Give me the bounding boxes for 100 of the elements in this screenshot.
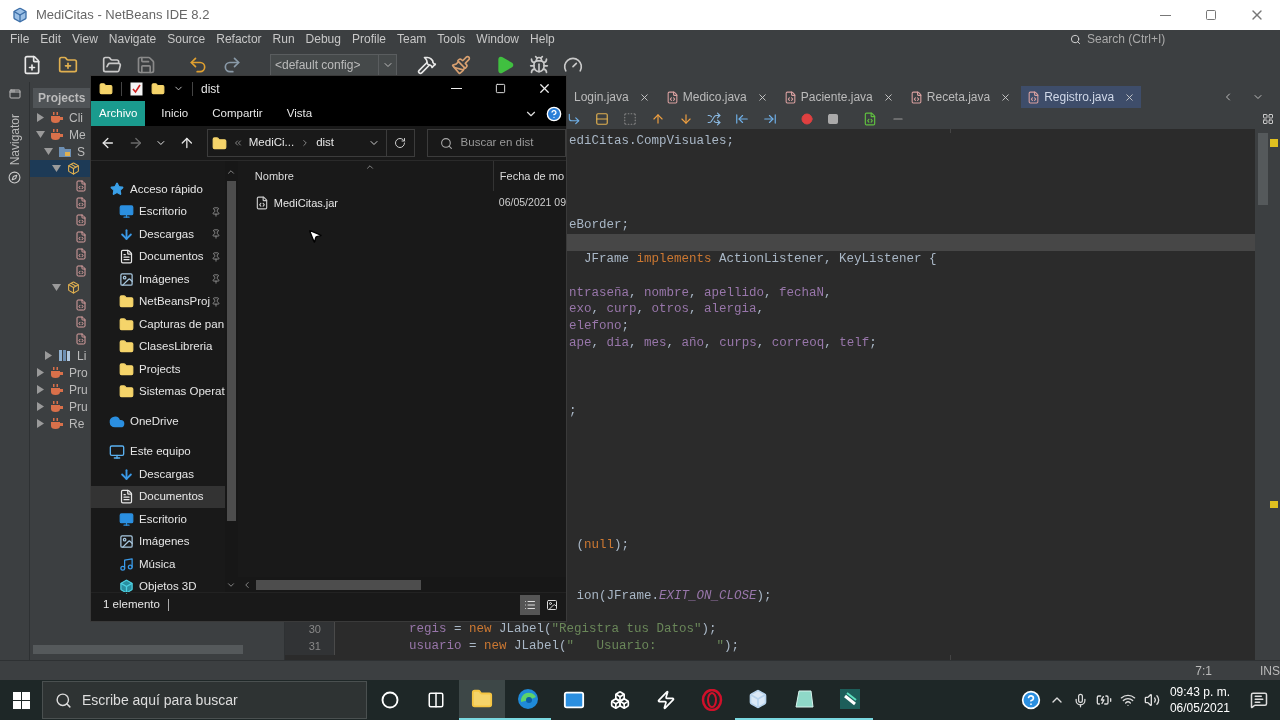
nav-item[interactable]: Acceso rápido [91, 178, 225, 201]
new-folder-icon[interactable] [151, 81, 165, 96]
nav-item[interactable]: Imágenes [91, 268, 225, 291]
collapsed-triangle-icon[interactable] [36, 402, 45, 411]
shift-right-icon[interactable] [763, 111, 777, 126]
build-hammer-icon[interactable] [417, 55, 437, 75]
expanded-triangle-icon[interactable] [52, 164, 61, 173]
expanded-triangle-icon[interactable] [36, 130, 45, 139]
file-row[interactable]: MediCitas.jar 06/05/2021 09 [237, 191, 566, 215]
redo-icon[interactable] [222, 55, 242, 75]
toggle-bookmark-icon[interactable] [707, 111, 721, 126]
record-macro-icon[interactable] [801, 112, 813, 125]
expanded-triangle-icon[interactable] [44, 147, 53, 156]
new-project-icon[interactable] [58, 55, 78, 75]
nav-item[interactable]: Sistemas Operat [91, 380, 225, 403]
microphone-icon[interactable] [1072, 692, 1088, 708]
taskbar-app[interactable] [459, 680, 505, 720]
menu-item[interactable]: Team [397, 30, 427, 48]
nav-item[interactable]: Música [91, 553, 225, 576]
nav-item[interactable]: Projects [91, 358, 225, 381]
menu-item[interactable]: File [10, 30, 30, 48]
split-editor-icon[interactable] [1262, 112, 1274, 125]
nav-item[interactable]: NetBeansProj [91, 290, 225, 313]
vertical-scrollbar[interactable] [1258, 133, 1268, 205]
tree-item[interactable]: Cli [30, 109, 90, 126]
breadcrumb[interactable]: dist [316, 134, 335, 152]
nav-item[interactable]: Descargas [91, 463, 225, 486]
column-header[interactable]: Nombre [237, 167, 493, 185]
vertical-scrollbar[interactable] [226, 181, 236, 521]
notifications-icon[interactable] [1250, 691, 1268, 709]
projects-tab[interactable]: Projects [33, 88, 93, 108]
next-bookmark-icon[interactable] [679, 111, 693, 126]
nav-item[interactable]: Escritorio [91, 200, 225, 223]
ribbon-tab[interactable]: Archivo [91, 101, 146, 126]
tree-item[interactable]: S [30, 143, 90, 160]
navigator-tab[interactable]: Navigator [5, 114, 24, 166]
collapsed-triangle-icon[interactable] [36, 113, 45, 122]
close-tab-icon[interactable] [756, 91, 768, 103]
run-icon[interactable] [495, 55, 515, 75]
volume-icon[interactable] [1143, 692, 1160, 708]
menu-item[interactable]: Tools [437, 30, 466, 48]
select-icon[interactable] [623, 111, 637, 126]
editor-tab[interactable]: Login.java [568, 86, 656, 108]
horizontal-scrollbar[interactable] [255, 579, 421, 590]
menu-item[interactable]: Window [476, 30, 520, 48]
ribbon-tab[interactable]: Vista [278, 101, 321, 126]
stop-macro-icon[interactable] [827, 112, 839, 125]
undo-icon[interactable] [188, 55, 208, 75]
editor-tab[interactable]: Medico.java [659, 86, 774, 108]
previous-bookmark-icon[interactable] [651, 111, 665, 126]
save-icon[interactable] [136, 55, 156, 75]
clock-time[interactable]: 09:43 p. m. [1169, 684, 1230, 700]
editor-tab[interactable]: Paciente.java [777, 86, 900, 108]
nav-item[interactable]: ClasesLibreria [91, 335, 225, 358]
menu-item[interactable]: Edit [40, 30, 62, 48]
column-header[interactable]: Fecha de mo [492, 161, 566, 191]
expanded-triangle-icon[interactable] [52, 283, 61, 292]
editor-tab[interactable]: Registro.java [1021, 86, 1142, 108]
nav-item[interactable]: Descargas [91, 223, 225, 246]
tree-item[interactable]: Li [30, 347, 90, 364]
comment-icon[interactable] [863, 111, 877, 126]
menu-item[interactable]: Profile [352, 30, 386, 48]
new-file-icon[interactable] [22, 55, 42, 75]
clock-date[interactable]: 06/05/2021 [1169, 700, 1230, 716]
scroll-down-icon[interactable] [226, 580, 237, 590]
collapsed-triangle-icon[interactable] [36, 385, 45, 394]
menu-item[interactable]: View [72, 30, 98, 48]
editor-tab[interactable]: Receta.java [903, 86, 1018, 108]
details-view-button[interactable] [520, 595, 540, 615]
wifi-icon[interactable] [1119, 692, 1136, 708]
menu-item[interactable]: Run [272, 30, 295, 48]
close-tab-icon[interactable] [638, 91, 650, 103]
nav-item[interactable]: Documentos [91, 485, 225, 508]
tree-item[interactable]: Re [30, 415, 90, 432]
history-icon[interactable] [567, 111, 581, 126]
refresh-icon[interactable] [394, 137, 407, 149]
taskbar-search-field[interactable]: Escribe aquí para buscar [82, 689, 342, 711]
debug-icon[interactable] [529, 55, 549, 75]
config-dropdown[interactable]: <default config> [270, 54, 397, 76]
nav-item[interactable]: Capturas de pan [91, 313, 225, 336]
menu-item[interactable]: Debug [305, 30, 341, 48]
horizontal-scrollbar[interactable] [33, 645, 243, 654]
restore-window-icon[interactable] [8, 88, 21, 100]
tree-item[interactable]: Pru [30, 398, 90, 415]
close-tab-icon[interactable] [882, 91, 894, 103]
close-tab-icon[interactable] [1000, 91, 1012, 103]
collapsed-triangle-icon[interactable] [36, 419, 45, 428]
menu-item[interactable]: Navigate [108, 30, 157, 48]
scroll-up-icon[interactable] [226, 167, 237, 177]
open-project-icon[interactable] [102, 55, 122, 75]
help-icon[interactable] [546, 105, 562, 122]
nav-item[interactable]: Imágenes [91, 530, 225, 553]
address-bar[interactable]: MediCi... dist [206, 129, 415, 157]
clean-build-icon[interactable] [451, 55, 471, 75]
battery-icon[interactable] [1095, 692, 1112, 708]
ribbon-tab[interactable]: Inicio [153, 101, 197, 126]
search-field[interactable]: Search (Ctrl+I) [1087, 30, 1177, 48]
back-arrow-icon[interactable] [100, 135, 116, 151]
tree-item[interactable]: Me [30, 126, 90, 143]
search-box[interactable]: Escribe aquí para buscar [42, 681, 367, 719]
